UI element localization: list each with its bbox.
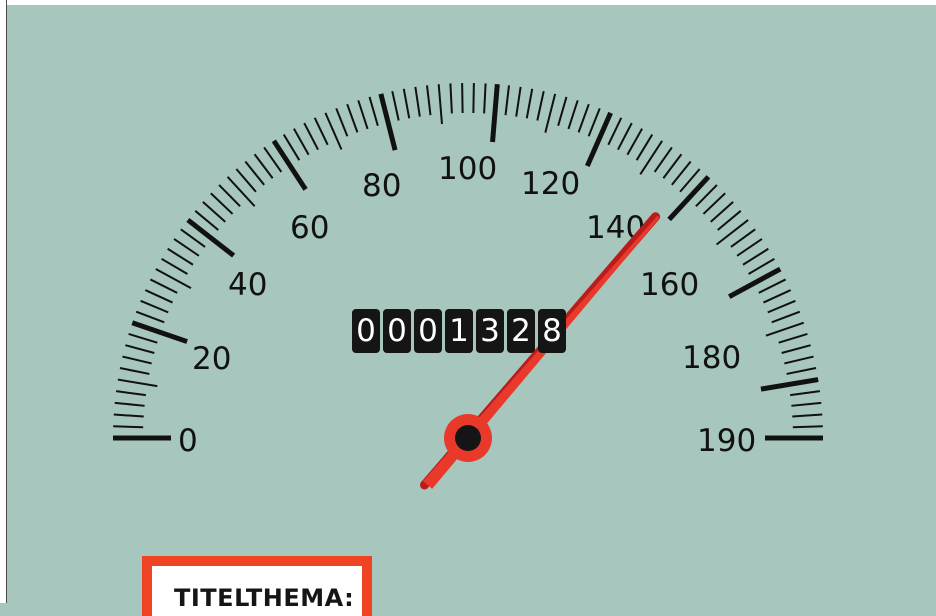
minor-tick (763, 290, 790, 303)
odometer-digit: 0 (414, 309, 442, 353)
minor-tick (779, 334, 808, 343)
minor-tick (537, 91, 543, 120)
minor-tick (168, 249, 193, 265)
major-tick (274, 141, 306, 190)
minor-tick (392, 91, 398, 120)
minor-tick (792, 415, 822, 417)
minor-tick (450, 83, 451, 113)
minor-tick (579, 104, 589, 132)
speed-label: 0 (178, 423, 198, 459)
minor-tick (717, 220, 749, 245)
speed-labels: 020406080100120140160180190 (178, 151, 756, 459)
minor-tick (145, 290, 172, 303)
minor-tick (125, 345, 154, 353)
minor-tick (358, 100, 367, 129)
minor-tick (228, 177, 255, 206)
minor-tick (114, 415, 144, 417)
speed-label: 40 (228, 267, 267, 303)
speed-label: 180 (682, 340, 741, 376)
minor-tick (618, 123, 632, 150)
major-tick (761, 380, 818, 390)
major-tick (132, 323, 187, 342)
minor-tick (141, 301, 169, 313)
minor-tick (136, 312, 164, 323)
odometer-digit: 1 (445, 309, 473, 353)
speed-label: 190 (697, 423, 756, 459)
major-tick (729, 269, 780, 297)
minor-tick (162, 259, 188, 274)
tick-marks (113, 83, 823, 438)
needle-hub-center (455, 425, 481, 451)
speed-label: 60 (290, 210, 329, 246)
minor-tick (304, 123, 318, 150)
minor-tick (404, 89, 409, 119)
minor-tick (545, 94, 555, 133)
minor-tick (427, 85, 430, 115)
odometer: 0 0 0 1 3 2 8 (352, 309, 566, 353)
minor-tick (640, 141, 662, 174)
minor-tick (255, 154, 273, 178)
minor-tick (558, 97, 566, 126)
speed-label: 100 (438, 151, 497, 187)
minor-tick (336, 108, 347, 136)
minor-tick (122, 357, 151, 364)
minor-tick (731, 229, 755, 247)
minor-tick (347, 104, 357, 132)
odometer-digit: 0 (352, 309, 380, 353)
minor-tick (655, 147, 672, 172)
minor-tick (791, 403, 821, 406)
minor-tick (439, 84, 442, 124)
minor-tick (484, 83, 485, 113)
minor-tick (793, 426, 823, 427)
minor-tick (150, 279, 177, 292)
minor-tick (772, 312, 800, 323)
minor-tick (113, 426, 143, 427)
minor-tick (784, 357, 813, 364)
speed-label: 20 (192, 341, 231, 377)
minor-tick (782, 345, 811, 353)
minor-tick (120, 368, 149, 374)
speedometer-gauge: 020406080100120140160180190 (0, 0, 936, 603)
minor-tick (506, 85, 509, 115)
minor-tick (294, 129, 309, 155)
minor-tick (637, 135, 653, 161)
odometer-digit: 0 (383, 309, 411, 353)
minor-tick (608, 118, 621, 145)
minor-tick (589, 108, 600, 136)
minor-tick (516, 87, 520, 117)
speed-label: 80 (362, 168, 401, 204)
odometer-digit: 3 (476, 309, 504, 353)
minor-tick (663, 154, 681, 178)
minor-tick (768, 301, 796, 313)
minor-tick (568, 100, 577, 129)
minor-tick (118, 380, 157, 387)
major-tick (493, 84, 498, 142)
minor-tick (370, 97, 378, 126)
speed-label: 160 (640, 267, 699, 303)
speed-label: 120 (521, 166, 580, 202)
odometer-digit: 8 (538, 309, 566, 353)
title-badge-label: TITELTHEMA: (174, 584, 354, 612)
minor-tick (115, 403, 145, 406)
odometer-digit: 2 (507, 309, 535, 353)
minor-tick (116, 391, 146, 395)
minor-tick (415, 87, 419, 117)
minor-tick (790, 391, 820, 395)
minor-tick (174, 239, 199, 256)
title-badge: TITELTHEMA: (142, 556, 372, 616)
minor-tick (743, 249, 768, 265)
minor-tick (759, 279, 786, 292)
major-tick (381, 94, 395, 150)
speedometer-page: 020406080100120140160180190 0 0 0 1 3 2 … (0, 0, 936, 603)
minor-tick (737, 239, 762, 256)
minor-tick (766, 323, 804, 336)
minor-tick (527, 89, 532, 119)
minor-tick (315, 118, 328, 145)
minor-tick (627, 129, 642, 155)
major-tick (188, 220, 234, 256)
major-tick (587, 113, 610, 166)
minor-tick (787, 368, 816, 374)
minor-tick (129, 334, 158, 343)
